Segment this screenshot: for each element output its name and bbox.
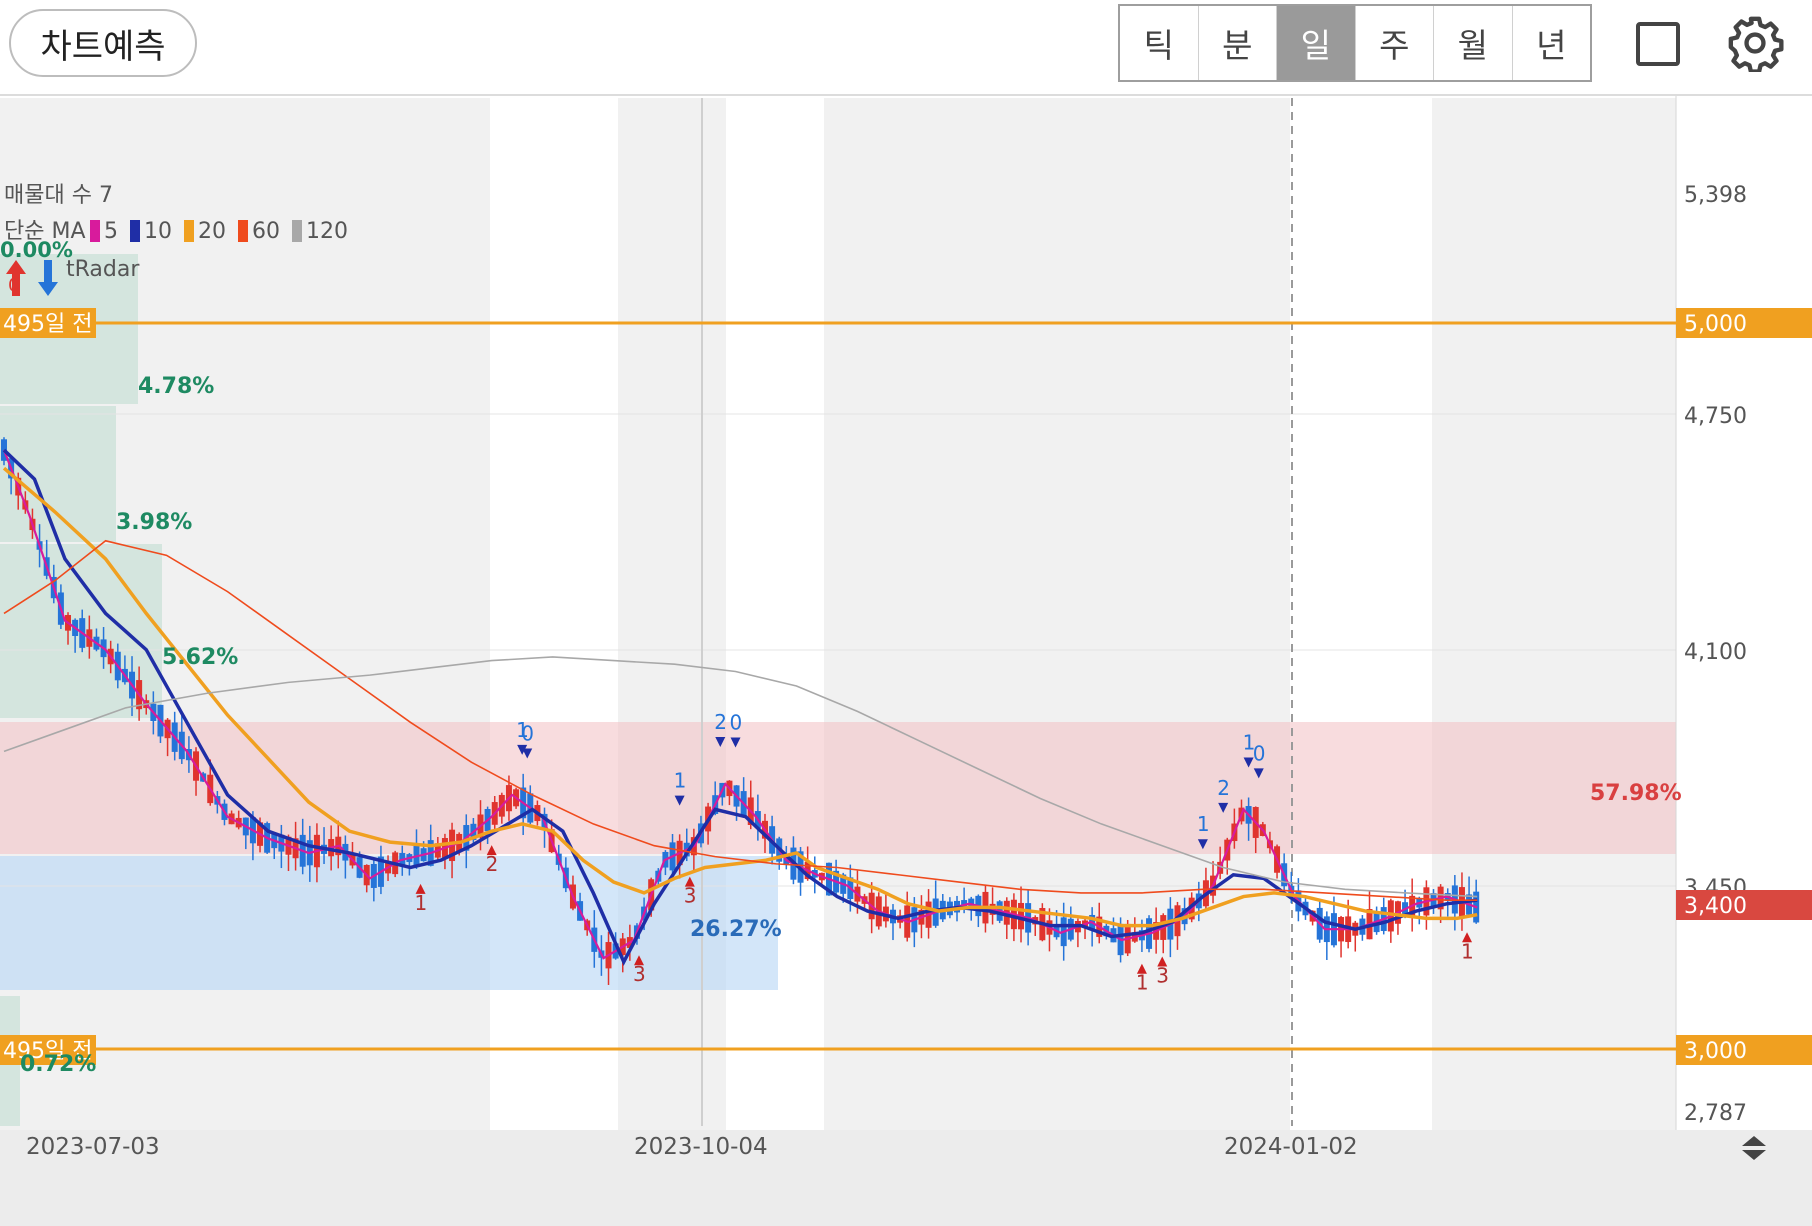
current-price-label: 3,400 [1684,894,1747,919]
signal-label: 3 [684,884,697,908]
volume-profile-bar [0,406,116,542]
y-tick-label: 4,750 [1684,404,1747,429]
ma-legend-swatch [292,220,302,242]
y-tick-label: 5,398 [1684,183,1747,208]
top-toolbar: 차트예측 틱 분 일 주 월 년 [0,0,1812,96]
profile-pct-label: 26.27% [690,917,782,942]
signal-label: 1 [1136,971,1149,995]
ma-legend-period: 60 [252,219,280,244]
y-tick-label: 3,000 [1684,1039,1747,1064]
x-tick-label: 2024-01-02 [1224,1134,1358,1160]
fullscreen-square-icon[interactable] [1636,22,1680,66]
ma-legend-swatch [90,220,100,242]
signal-label: 3 [1156,963,1169,987]
profile-pct-label: 0.72% [20,1052,96,1077]
ma-legend-swatch [238,220,248,242]
tradar-legend[interactable]: tRadar [66,257,140,282]
ma-legend-swatch [184,220,194,242]
x-tick-label: 2023-10-04 [634,1134,768,1160]
ma-legend-period: 5 [104,219,118,244]
month-band [1432,98,1676,1188]
period-tab-minute[interactable]: 분 [1199,6,1277,80]
ma-legend-period: 20 [198,219,226,244]
signal-label: 1 [674,769,687,793]
zone-pct-label: 57.98% [1590,781,1682,806]
volume-profile-legend[interactable]: 매물대 수 7 [4,183,113,208]
signal-label: 1 [1197,812,1210,836]
tradar-count-label: 0 [8,275,19,296]
y-tick-label: 5,000 [1684,312,1747,337]
ma-legend-swatch [130,220,140,242]
signal-label: 1 [1461,939,1474,963]
period-tab-year[interactable]: 년 [1513,6,1591,80]
period-selector: 틱 분 일 주 월 년 [1118,4,1592,82]
signal-label: 0 [1253,741,1266,765]
profile-pct-label: 3.98% [116,510,192,535]
price-chart[interactable]: 495일 전 495일 전 5,398 5,000 4,750 4,100 3,… [0,96,1812,1226]
period-tab-tick[interactable]: 틱 [1120,6,1199,80]
period-tab-day[interactable]: 일 [1277,6,1356,80]
month-band [824,98,1290,1188]
gear-icon[interactable] [1726,14,1784,72]
signal-label: 0 [730,711,743,735]
level-tag-5000-text: 495일 전 [3,312,92,337]
signal-label: 2 [486,852,499,876]
period-tab-week[interactable]: 주 [1356,6,1434,80]
month-band [618,98,726,1188]
y-tick-label: 2,787 [1684,1101,1747,1126]
ma-legend-period: 10 [144,219,172,244]
period-tab-month[interactable]: 월 [1434,6,1513,80]
ma-legend-period: 120 [306,219,348,244]
chart-predict-button[interactable]: 차트예측 [9,9,197,77]
y-tick-label: 4,100 [1684,640,1747,665]
date-axis[interactable] [0,1130,1812,1226]
tradar-pct-label: 0.00% [0,238,73,262]
profile-pct-label: 5.62% [162,645,238,670]
signal-label: 2 [1217,776,1230,800]
signal-label: 1 [415,891,428,915]
x-tick-label: 2023-07-03 [26,1134,160,1160]
signal-label: 0 [521,721,534,745]
signal-label: 2 [714,710,727,734]
profile-pct-label: 4.78% [138,374,214,399]
signal-label: 3 [633,962,646,986]
